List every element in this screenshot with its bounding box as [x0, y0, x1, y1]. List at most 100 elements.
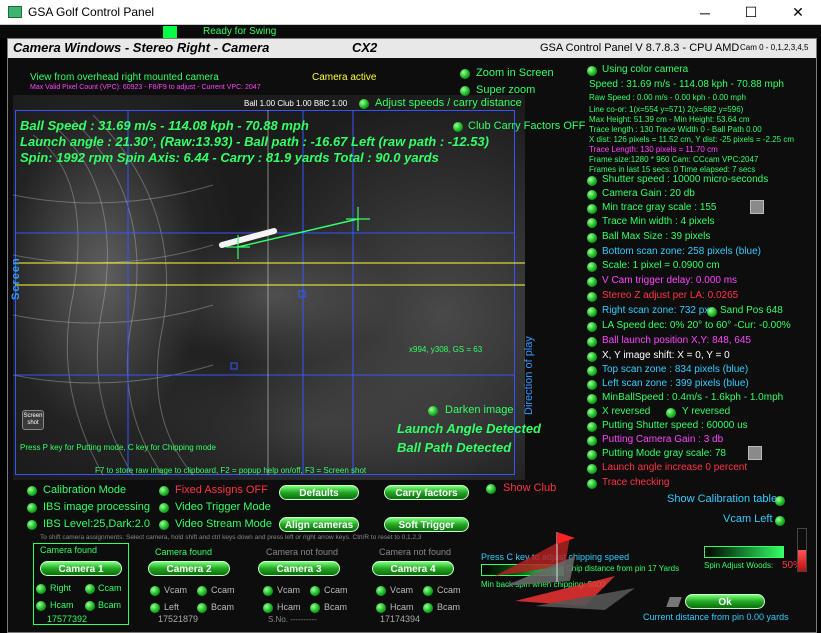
putting-gain-label[interactable]: Putting Camera Gain : 3 db — [602, 434, 723, 446]
camera-2-opt2-led[interactable] — [197, 586, 207, 596]
v-cam-trigger-led[interactable] — [587, 277, 597, 287]
camera-3-opt3[interactable]: Hcam — [277, 602, 301, 613]
bottom-scan-led[interactable] — [587, 248, 597, 258]
ibs-processing-label[interactable]: IBS image processing — [43, 501, 150, 514]
trace-checking-led[interactable] — [587, 479, 597, 489]
camera-2-button[interactable]: Camera 2 — [148, 561, 230, 576]
putting-gray-led[interactable] — [587, 450, 597, 460]
club-carry-factors-label[interactable]: Club Carry Factors OFF — [468, 120, 585, 133]
top-scan-led[interactable] — [587, 366, 597, 376]
vcam-left-label[interactable]: Vcam Left — [723, 513, 773, 526]
x-reversed-led[interactable] — [587, 408, 597, 418]
spin-adjust-slider[interactable] — [704, 546, 784, 558]
trace-min-width-label[interactable]: Trace Min width : 4 pixels — [602, 216, 714, 228]
x-reversed-label[interactable]: X reversed — [602, 406, 650, 418]
left-scan-led[interactable] — [587, 380, 597, 390]
align-cameras-button[interactable]: Align cameras — [279, 517, 359, 532]
la-speed-dec-label[interactable]: LA Speed dec: 0% 20° to 60° -Cur: -0.00% — [602, 320, 791, 332]
ball-launch-pos-label[interactable]: Ball launch position X,Y: 848, 645 — [602, 335, 751, 347]
camera-2-opt1[interactable]: Vcam — [164, 585, 187, 596]
camera-1-opt2-led[interactable] — [85, 584, 95, 594]
camera-gain-label[interactable]: Camera Gain : 20 db — [602, 188, 695, 200]
v-cam-trigger-label[interactable]: V Cam trigger delay: 0.000 ms — [602, 275, 737, 287]
camera-gain-led[interactable] — [587, 190, 597, 200]
camera-2-opt3-led[interactable] — [150, 603, 160, 613]
ibs-level-label[interactable]: IBS Level:25,Dark:2.0 — [43, 518, 150, 531]
putting-gray-label[interactable]: Putting Mode gray scale: 78 — [602, 448, 726, 460]
stereo-z-label[interactable]: Stereo Z adjust per LA: 0.0265 — [602, 290, 738, 302]
xy-shift-led[interactable] — [587, 352, 597, 362]
calibration-mode-label[interactable]: Calibration Mode — [43, 484, 126, 497]
min-ball-speed-led[interactable] — [587, 394, 597, 404]
zoom-in-screen-label[interactable]: Zoom in Screen — [476, 67, 554, 80]
camera-4-opt4-led[interactable] — [423, 603, 433, 613]
camera-4-opt4[interactable]: Bcam — [437, 602, 460, 613]
sand-pos-led[interactable] — [707, 307, 717, 317]
ok-button[interactable]: Ok — [685, 594, 765, 609]
shutter-speed-led[interactable] — [587, 176, 597, 186]
shutter-speed-label[interactable]: Shutter speed : 10000 micro-seconds — [602, 174, 768, 186]
camera-3-opt4[interactable]: Bcam — [324, 602, 347, 613]
adjust-speeds-label[interactable]: Adjust speeds / carry distance — [375, 97, 522, 110]
vcam-left-led[interactable] — [775, 516, 785, 526]
camera-3-opt3-led[interactable] — [263, 603, 273, 613]
show-club-led[interactable] — [486, 484, 496, 494]
xy-shift-label[interactable]: X, Y image shift: X = 0, Y = 0 — [602, 350, 730, 362]
right-scan-led[interactable] — [587, 307, 597, 317]
ball-max-size-led[interactable] — [587, 233, 597, 243]
bottom-scan-label[interactable]: Bottom scan zone: 258 pixels (blue) — [602, 246, 761, 258]
fixed-assigns-label[interactable]: Fixed Assigns OFF — [175, 484, 268, 497]
camera-4-opt1-led[interactable] — [376, 586, 386, 596]
camera-2-opt4-led[interactable] — [197, 603, 207, 613]
min-trace-gray-led[interactable] — [587, 204, 597, 214]
super-zoom-label[interactable]: Super zoom — [476, 84, 535, 97]
minimize-button[interactable]: ─ — [682, 0, 728, 25]
darken-image-label[interactable]: Darken image — [445, 404, 513, 417]
stereo-z-led[interactable] — [587, 292, 597, 302]
camera-4-opt3-led[interactable] — [376, 603, 386, 613]
launch-angle-inc-label[interactable]: Launch angle increase 0 percent — [602, 462, 747, 474]
close-button[interactable]: ✕ — [775, 0, 821, 25]
camera-4-opt2[interactable]: Ccam — [437, 585, 461, 596]
putting-gain-led[interactable] — [587, 436, 597, 446]
camera-2-opt3[interactable]: Left — [164, 602, 179, 613]
trace-min-width-led[interactable] — [587, 218, 597, 228]
camera-3-opt2-led[interactable] — [310, 586, 320, 596]
top-scan-label[interactable]: Top scan zone : 834 pixels (blue) — [602, 364, 748, 376]
camera-1-opt1[interactable]: Right — [50, 583, 71, 594]
camera-1-opt2[interactable]: Ccam — [98, 583, 122, 594]
video-trigger-led[interactable] — [159, 503, 169, 513]
using-color-label[interactable]: Using color camera — [602, 64, 688, 76]
camera-3-button[interactable]: Camera 3 — [258, 561, 340, 576]
club-carry-factors-led[interactable] — [453, 122, 463, 132]
adjust-speeds-led[interactable] — [359, 99, 369, 109]
fixed-assigns-led[interactable] — [159, 486, 169, 496]
ball-launch-pos-led[interactable] — [587, 337, 597, 347]
ibs-processing-led[interactable] — [27, 503, 37, 513]
right-scan-label[interactable]: Right scan zone: 732 px — [602, 305, 709, 317]
camera-1-opt4[interactable]: Bcam — [98, 600, 121, 611]
putting-shutter-led[interactable] — [587, 422, 597, 432]
y-reversed-label[interactable]: Y reversed — [682, 406, 730, 418]
video-stream-led[interactable] — [159, 520, 169, 530]
scale-led[interactable] — [587, 262, 597, 272]
camera-3-opt4-led[interactable] — [310, 603, 320, 613]
camera-2-opt1-led[interactable] — [150, 586, 160, 596]
min-trace-gray-label[interactable]: Min trace gray scale : 155 — [602, 202, 717, 214]
scale-label[interactable]: Scale: 1 pixel = 0.0900 cm — [602, 260, 720, 272]
camera-4-opt2-led[interactable] — [423, 586, 433, 596]
defaults-button[interactable]: Defaults — [279, 485, 359, 500]
camera-2-opt2[interactable]: Ccam — [211, 585, 235, 596]
camera-3-opt1-led[interactable] — [263, 586, 273, 596]
camera-3-opt1[interactable]: Vcam — [277, 585, 300, 596]
camera-1-button[interactable]: Camera 1 — [40, 561, 122, 576]
darken-image-led[interactable] — [428, 406, 438, 416]
putting-shutter-label[interactable]: Putting Shutter speed : 60000 us — [602, 420, 748, 432]
zoom-in-screen-led[interactable] — [460, 69, 470, 79]
video-stream-label[interactable]: Video Stream Mode — [175, 518, 272, 531]
launch-angle-inc-led[interactable] — [587, 464, 597, 474]
camera-4-opt3[interactable]: Hcam — [390, 602, 414, 613]
super-zoom-led[interactable] — [460, 86, 470, 96]
left-scan-label[interactable]: Left scan zone : 399 pixels (blue) — [602, 378, 749, 390]
camera-2-opt4[interactable]: Bcam — [211, 602, 234, 613]
